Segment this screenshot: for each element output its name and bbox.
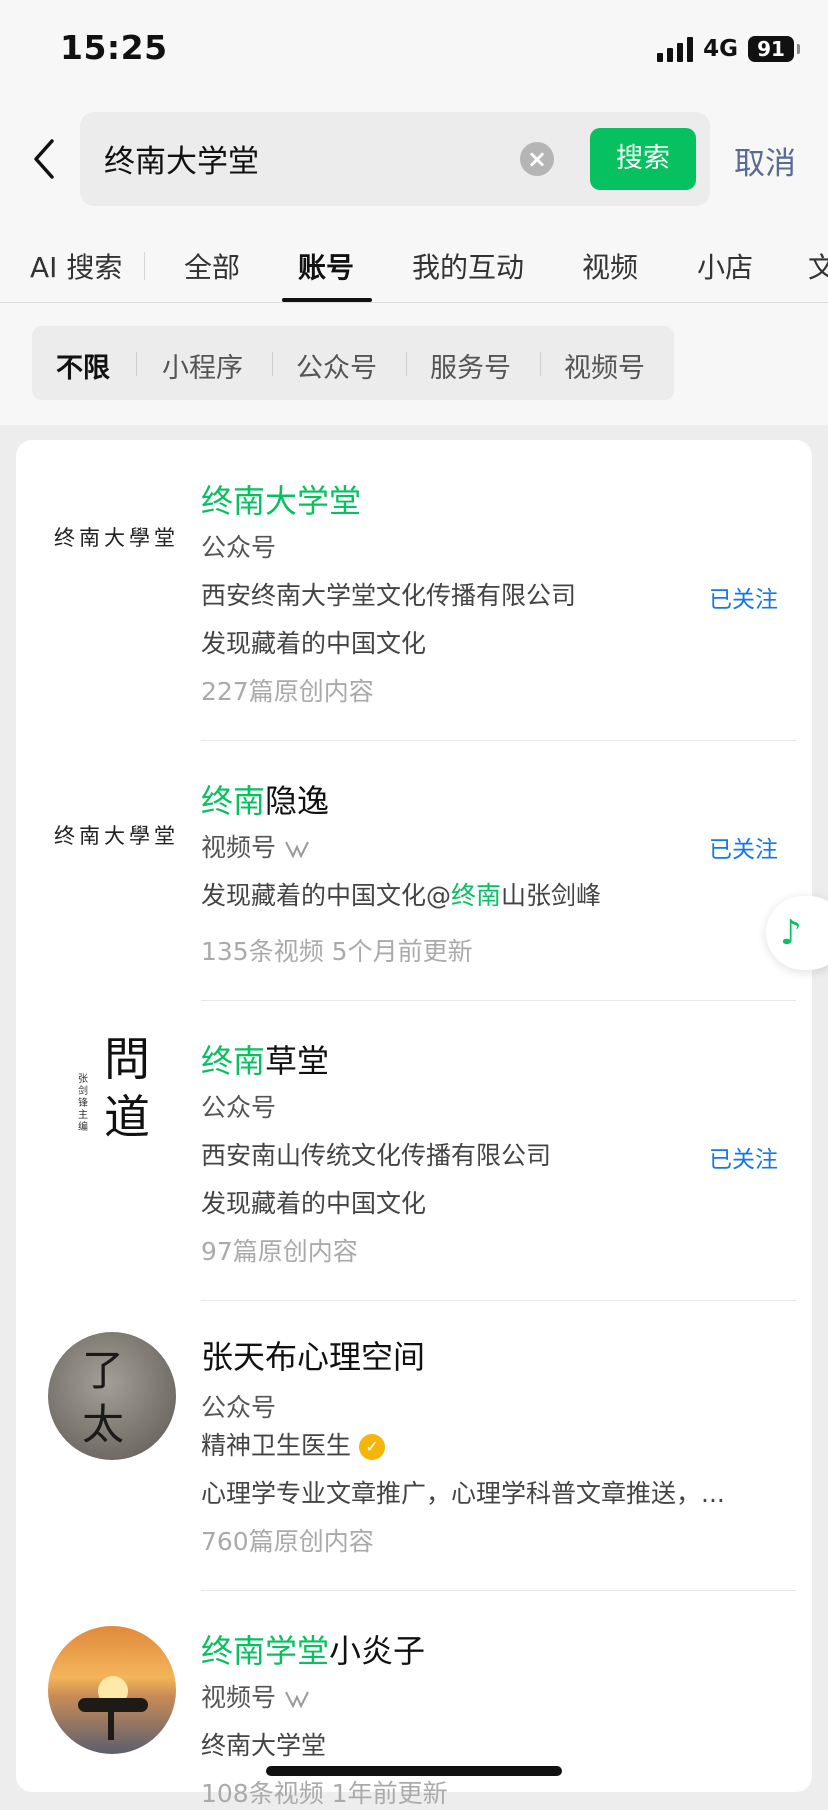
filter-channels[interactable]: 视频号 xyxy=(564,346,645,385)
signal-icon xyxy=(657,36,694,62)
result-title: 终南大学堂 xyxy=(201,482,362,520)
result-item[interactable]: 了太 张天布心理空间 公众号 精神卫生医生 ✓ 心理学专业文章推广，心理学科普文章… xyxy=(16,1300,812,1590)
tab-my-interactions[interactable]: 我的互动 xyxy=(412,246,524,286)
account-description: 心理学专业文章推广，心理学科普文章推送，... xyxy=(201,1479,725,1508)
account-logo: 终南大學堂 xyxy=(54,526,179,550)
results-card: 终南大學堂 终南大学堂 公众号 西安终南大学堂文化传播有限公司 已关注 发现藏着… xyxy=(16,440,812,1808)
account-description: 终南大学堂 xyxy=(201,1731,327,1760)
verified-icon: ✓ xyxy=(359,1434,386,1460)
search-input[interactable]: 终南大学堂 × 搜索 xyxy=(80,112,710,206)
result-title: 终南隐逸 xyxy=(201,782,330,820)
company-name: 西安终南大学堂文化传播有限公司 xyxy=(201,581,577,610)
avatar: 了太 xyxy=(48,1332,176,1460)
filter-separator xyxy=(136,352,137,376)
account-logo: 問道 xyxy=(104,1032,150,1144)
result-stats: 97篇原创内容 xyxy=(201,1237,358,1266)
avatar-calligraphy: 了太 xyxy=(82,1346,125,1449)
filter-bar: 不限 小程序 公众号 服务号 视频号 xyxy=(32,326,674,400)
filter-all[interactable]: 不限 xyxy=(56,346,110,385)
search-query[interactable]: 终南大学堂 xyxy=(104,136,259,181)
filter-separator xyxy=(406,352,407,376)
company-name: 西安南山传统文化传播有限公司 xyxy=(201,1141,552,1170)
tab-videos[interactable]: 视频 xyxy=(582,246,638,286)
tree-trunk xyxy=(108,1710,114,1740)
filter-separator xyxy=(272,352,273,376)
tab-articles[interactable]: 文 xyxy=(808,246,828,286)
result-title: 张天布心理空间 xyxy=(201,1338,426,1376)
back-button[interactable] xyxy=(30,138,60,180)
account-type: 视频号 xyxy=(201,828,310,864)
account-type: 公众号 xyxy=(201,1093,277,1122)
tab-bar: AI 搜索 全部 账号 我的互动 视频 小店 文 xyxy=(0,236,828,303)
result-title: 终南学堂小炎子 xyxy=(201,1632,426,1670)
result-item[interactable]: 問道 张剑锋 主编 终南草堂 公众号 西安南山传统文化传播有限公司 已关注 发现… xyxy=(16,1000,812,1300)
tab-ai-search[interactable]: AI 搜索 xyxy=(30,246,122,286)
search-button[interactable]: 搜索 xyxy=(590,128,696,190)
logo-caption: 张剑锋 主编 xyxy=(78,1074,88,1133)
avatar xyxy=(48,1626,176,1754)
filter-mini-program[interactable]: 小程序 xyxy=(162,346,243,385)
filter-official-account[interactable]: 公众号 xyxy=(296,346,377,385)
account-type: 公众号 xyxy=(201,533,277,562)
result-item[interactable]: 终南大學堂 终南大学堂 公众号 西安终南大学堂文化传播有限公司 已关注 发现藏着… xyxy=(16,440,812,740)
clear-icon[interactable]: × xyxy=(520,142,554,176)
result-stats: 760篇原创内容 xyxy=(201,1527,374,1556)
followed-label: 已关注 xyxy=(709,1147,778,1173)
account-type: 公众号 xyxy=(201,1393,277,1422)
verification: 精神卫生医生 ✓ xyxy=(201,1426,386,1462)
music-note-icon: ♪ xyxy=(780,913,802,953)
result-stats: 227篇原创内容 xyxy=(201,677,374,706)
account-type: 视频号 xyxy=(201,1678,310,1714)
account-logo: 终南大學堂 xyxy=(54,824,179,848)
filter-separator xyxy=(540,352,541,376)
back-arrow-icon xyxy=(34,139,54,179)
home-indicator xyxy=(266,1766,562,1776)
cancel-button[interactable]: 取消 xyxy=(734,138,796,183)
result-stats: 135条视频 5个月前更新 xyxy=(201,937,473,966)
result-item[interactable]: 终南大學堂 终南隐逸 视频号 已关注 发现藏着的中国文化@终南山张剑峰 135条… xyxy=(16,740,812,1000)
tab-all[interactable]: 全部 xyxy=(184,246,240,286)
result-title: 终南草堂 xyxy=(201,1042,330,1080)
network-type: 4G xyxy=(703,36,738,62)
channels-icon xyxy=(285,1691,309,1709)
filter-service-account[interactable]: 服务号 xyxy=(430,346,511,385)
active-tab-indicator xyxy=(282,298,372,302)
status-indicators: 4G 91 xyxy=(657,34,800,64)
channels-icon xyxy=(285,841,309,859)
account-description: 发现藏着的中国文化 xyxy=(201,1189,427,1218)
followed-label: 已关注 xyxy=(709,587,778,613)
account-description: 发现藏着的中国文化 xyxy=(201,629,427,658)
tab-accounts[interactable]: 账号 xyxy=(298,246,354,286)
followed-label: 已关注 xyxy=(709,837,778,863)
account-description: 发现藏着的中国文化@终南山张剑峰 xyxy=(201,881,602,910)
tab-shop[interactable]: 小店 xyxy=(697,246,753,286)
result-item[interactable]: 终南学堂小炎子 视频号 终南大学堂 108条视频 1年前更新 xyxy=(16,1590,812,1808)
status-time: 15:25 xyxy=(60,28,168,67)
result-stats: 108条视频 1年前更新 xyxy=(201,1779,448,1808)
tab-separator xyxy=(144,252,145,280)
battery-icon: 91 xyxy=(748,36,800,62)
